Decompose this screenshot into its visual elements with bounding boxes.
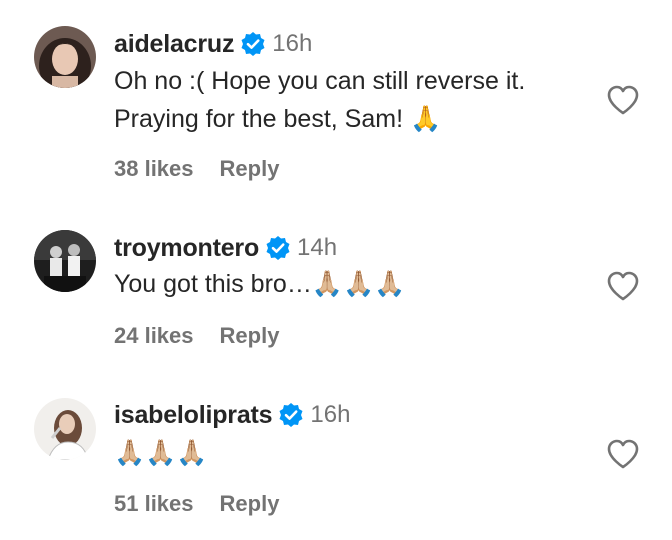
comment-header: troymontero 14h	[114, 232, 337, 264]
like-heart-icon[interactable]	[606, 84, 640, 116]
comment-header: aidelacruz 16h	[114, 28, 312, 60]
timestamp: 14h	[297, 234, 338, 261]
verified-badge-icon	[278, 402, 304, 428]
like-heart-icon[interactable]	[606, 438, 640, 470]
comment-text: Oh no :( Hope you can still reverse it. …	[114, 67, 526, 133]
verified-badge-icon	[240, 31, 266, 57]
reply-button[interactable]: Reply	[220, 323, 280, 349]
like-heart-icon[interactable]	[606, 270, 640, 302]
username[interactable]: isabeloliprats	[114, 401, 273, 430]
avatar[interactable]	[34, 26, 96, 88]
likes-count[interactable]: 51 likes	[114, 491, 194, 517]
comment-actions: 38 likes Reply	[114, 156, 279, 182]
reply-button[interactable]: Reply	[220, 156, 280, 182]
verified-badge-icon	[265, 235, 291, 261]
timestamp: 16h	[272, 30, 313, 57]
comment-actions: 24 likes Reply	[114, 323, 279, 349]
reply-button[interactable]: Reply	[220, 491, 280, 517]
comment-actions: 51 likes Reply	[114, 491, 279, 517]
comment-text: You got this bro…🙏🏼🙏🏼🙏🏼	[114, 270, 406, 298]
likes-count[interactable]: 24 likes	[114, 323, 194, 349]
avatar[interactable]	[34, 230, 96, 292]
timestamp: 16h	[310, 401, 351, 428]
likes-count[interactable]: 38 likes	[114, 156, 194, 182]
comment-header: isabeloliprats 16h	[114, 399, 350, 431]
username[interactable]: aidelacruz	[114, 30, 234, 59]
username[interactable]: troymontero	[114, 234, 259, 263]
comment-text: 🙏🏼🙏🏼🙏🏼	[114, 439, 208, 467]
avatar[interactable]	[34, 398, 96, 460]
